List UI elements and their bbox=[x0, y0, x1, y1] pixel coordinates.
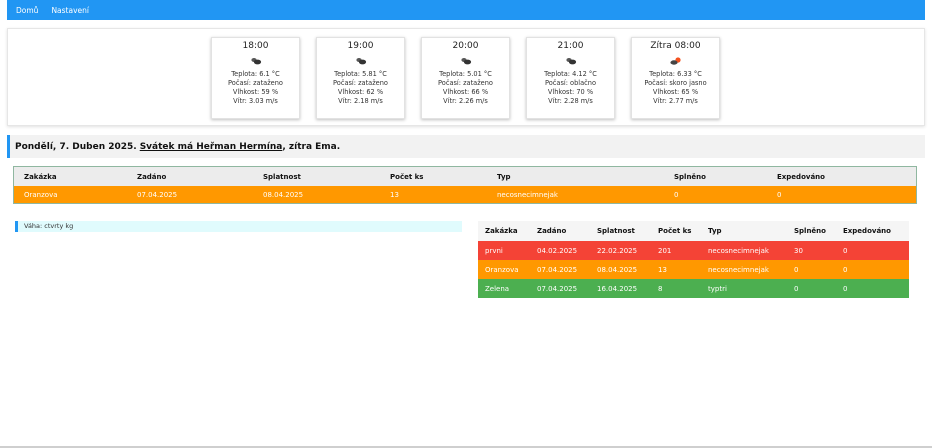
table-cell: 30 bbox=[794, 246, 803, 255]
column-header: Zadáno bbox=[530, 221, 590, 241]
table-cell: 13 bbox=[390, 190, 399, 199]
forecast-time: 18:00 bbox=[242, 41, 269, 51]
cloud-icon bbox=[422, 51, 509, 70]
table-cell: necosnecimnejak bbox=[708, 246, 769, 255]
forecast-time: 21:00 bbox=[557, 41, 584, 51]
temperature: Teplota: 5.81 °C bbox=[334, 70, 387, 78]
table-cell: necosnecimnejak bbox=[497, 190, 558, 199]
table-cell: prvni bbox=[485, 246, 503, 255]
tomorrow-nameday: , zítra Ema. bbox=[282, 141, 341, 152]
table-cell: 07.04.2025 bbox=[537, 265, 578, 274]
table-cell: 07.04.2025 bbox=[137, 190, 178, 199]
table-cell: 201 bbox=[658, 246, 672, 255]
column-header: Počet ks bbox=[380, 167, 487, 186]
weather-card: 18:00 Teplota: 6.1 °C Počasí: zataženo V… bbox=[211, 37, 300, 119]
table-row[interactable]: prvni 04.02.2025 22.02.2025 201 necosnec… bbox=[478, 241, 909, 260]
wind-speed: Vítr: 3.03 m/s bbox=[233, 97, 278, 105]
column-header: Zakázka bbox=[14, 167, 127, 186]
table-cell: Oranzova bbox=[485, 265, 519, 274]
cloud-icon bbox=[527, 51, 614, 70]
wind-speed: Vítr: 2.28 m/s bbox=[548, 97, 593, 105]
temperature: Teplota: 6.1 °C bbox=[231, 70, 280, 78]
wind-speed: Vítr: 2.77 m/s bbox=[653, 97, 698, 105]
cloud-icon bbox=[212, 51, 299, 70]
table-cell: 08.04.2025 bbox=[263, 190, 304, 199]
table-cell: 0 bbox=[843, 265, 848, 274]
temperature: Teplota: 5.01 °C bbox=[439, 70, 492, 78]
column-header: Expedováno bbox=[767, 167, 916, 186]
top-navbar: Domů Nastavení bbox=[7, 0, 925, 20]
cloud-icon bbox=[317, 51, 404, 70]
date-bar: Pondělí, 7. Duben 2025. Svátek má Heřman… bbox=[7, 135, 925, 158]
sky-condition: Počasí: zataženo bbox=[333, 79, 388, 87]
wind-speed: Vítr: 2.18 m/s bbox=[338, 97, 383, 105]
column-header: Splatnost bbox=[253, 167, 380, 186]
nav-link-home[interactable]: Domů bbox=[16, 6, 38, 15]
table-cell: 0 bbox=[794, 265, 799, 274]
table-cell: 0 bbox=[674, 190, 679, 199]
weather-forecast-panel: 18:00 Teplota: 6.1 °C Počasí: zataženo V… bbox=[7, 28, 925, 126]
temperature: Teplota: 4.12 °C bbox=[544, 70, 597, 78]
column-header: Zadáno bbox=[127, 167, 253, 186]
table-cell: 08.04.2025 bbox=[597, 265, 638, 274]
forecast-time: Zítra 08:00 bbox=[650, 41, 701, 51]
column-header: Splněno bbox=[664, 167, 767, 186]
humidity: Vlhkost: 70 % bbox=[547, 88, 594, 96]
table-cell: 07.04.2025 bbox=[537, 284, 578, 293]
table-cell: 0 bbox=[843, 246, 848, 255]
table-header-row: Zakázka Zadáno Splatnost Počet ks Typ Sp… bbox=[478, 221, 909, 241]
humidity: Vlhkost: 59 % bbox=[232, 88, 279, 96]
weather-card: 20:00 Teplota: 5.01 °C Počasí: zataženo … bbox=[421, 37, 510, 119]
sky-condition: Počasí: oblačno bbox=[545, 79, 596, 87]
sky-condition: Počasí: zataženo bbox=[438, 79, 493, 87]
column-header: Typ bbox=[701, 221, 787, 241]
column-header: Splněno bbox=[787, 221, 836, 241]
weather-card: 21:00 Teplota: 4.12 °C Počasí: oblačno V… bbox=[526, 37, 615, 119]
table-row[interactable]: Oranzova 07.04.2025 08.04.2025 13 necosn… bbox=[14, 186, 916, 203]
current-order-table: Zakázka Zadáno Splatnost Počet ks Typ Sp… bbox=[13, 166, 917, 204]
column-header: Počet ks bbox=[651, 221, 701, 241]
table-row[interactable]: Oranzova 07.04.2025 08.04.2025 13 necosn… bbox=[478, 260, 909, 279]
table-cell: typtri bbox=[708, 284, 727, 293]
sky-condition: Počasí: zataženo bbox=[228, 79, 283, 87]
table-row[interactable]: Zelena 07.04.2025 16.04.2025 8 typtri 0 … bbox=[478, 279, 909, 298]
wind-speed: Vítr: 2.26 m/s bbox=[443, 97, 488, 105]
table-cell: 0 bbox=[794, 284, 799, 293]
table-cell: necosnecimnejak bbox=[708, 265, 769, 274]
column-header: Expedováno bbox=[836, 221, 909, 241]
nameday-link[interactable]: Svátek má Heřman Hermína bbox=[140, 142, 283, 152]
humidity: Vlhkost: 62 % bbox=[337, 88, 384, 96]
column-header: Zakázka bbox=[478, 221, 530, 241]
weight-info: Váha: ctvrty kg bbox=[15, 221, 462, 232]
orders-table: Zakázka Zadáno Splatnost Počet ks Typ Sp… bbox=[478, 221, 909, 298]
sun-cloud-icon bbox=[632, 51, 719, 70]
sky-condition: Počasí: skoro jasno bbox=[644, 79, 707, 87]
nav-link-settings[interactable]: Nastavení bbox=[51, 6, 89, 15]
temperature: Teplota: 6.33 °C bbox=[649, 70, 702, 78]
humidity: Vlhkost: 65 % bbox=[652, 88, 699, 96]
weather-card: 19:00 Teplota: 5.81 °C Počasí: zataženo … bbox=[316, 37, 405, 119]
table-cell: Zelena bbox=[485, 284, 510, 293]
column-header: Splatnost bbox=[590, 221, 651, 241]
table-cell: 13 bbox=[658, 265, 667, 274]
table-header-row: Zakázka Zadáno Splatnost Počet ks Typ Sp… bbox=[14, 167, 916, 186]
table-cell: 0 bbox=[843, 284, 848, 293]
forecast-time: 19:00 bbox=[347, 41, 374, 51]
forecast-time: 20:00 bbox=[452, 41, 479, 51]
table-cell: 8 bbox=[658, 284, 663, 293]
weather-card: Zítra 08:00 Teplota: 6.33 °C Počasí: sko… bbox=[631, 37, 720, 119]
column-header: Typ bbox=[487, 167, 664, 186]
table-cell: 0 bbox=[777, 190, 782, 199]
date-text: Pondělí, 7. Duben 2025. bbox=[15, 141, 137, 152]
table-cell: 16.04.2025 bbox=[597, 284, 638, 293]
humidity: Vlhkost: 66 % bbox=[442, 88, 489, 96]
table-cell: Oranzova bbox=[24, 190, 58, 199]
table-cell: 04.02.2025 bbox=[537, 246, 578, 255]
table-cell: 22.02.2025 bbox=[597, 246, 638, 255]
